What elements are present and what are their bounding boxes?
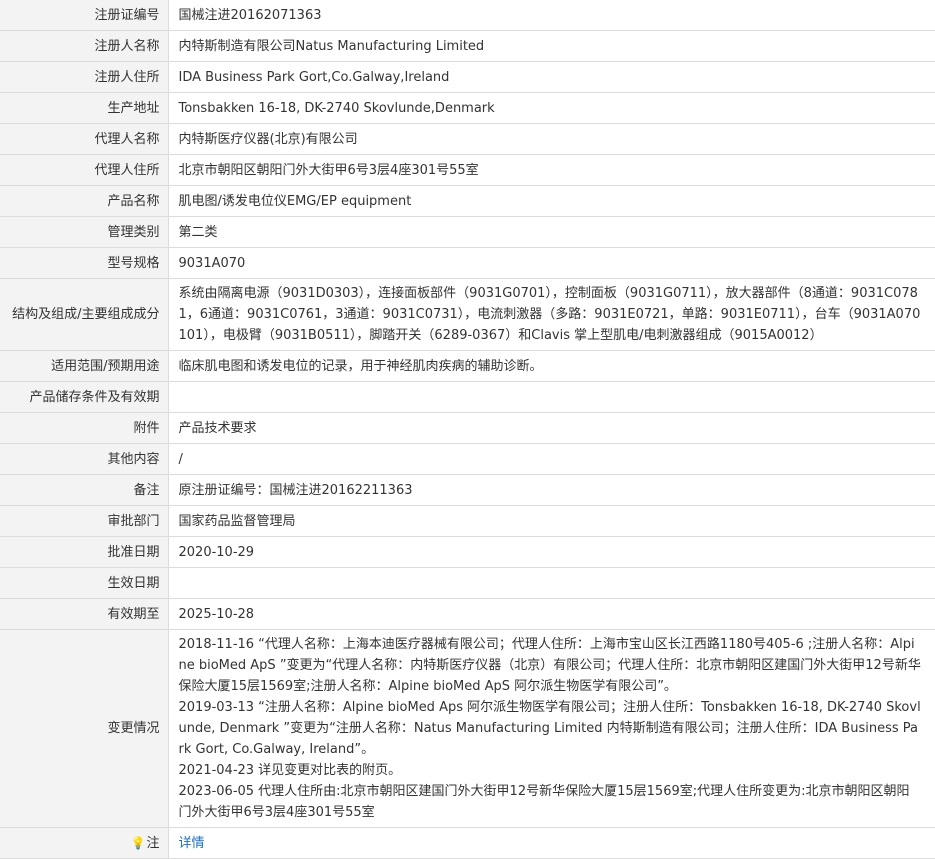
row-label: 型号规格 [0,247,169,279]
row-effective-date: 生效日期 [0,567,935,599]
row-other-content: 其他内容 / [0,443,935,475]
row-registration-number: 注册证编号 国械注进20162071363 [0,0,935,31]
row-management-category: 管理类别 第二类 [0,216,935,248]
row-label: 管理类别 [0,216,169,248]
row-label: 注册人名称 [0,30,169,62]
row-label: 有效期至 [0,598,169,630]
change-entry: 2023-06-05 代理人住所由:北京市朝阳区建国门外大街甲12号新华保险大厦… [178,784,910,820]
row-agent-name: 代理人名称 内特斯医疗仪器(北京)有限公司 [0,123,935,155]
row-registrant-name: 注册人名称 内特斯制造有限公司Natus Manufacturing Limit… [0,30,935,62]
row-value [168,381,935,413]
row-approval-date: 批准日期 2020-10-29 [0,536,935,568]
row-value: 内特斯制造有限公司Natus Manufacturing Limited [168,30,935,62]
row-value: 临床肌电图和诱发电位的记录，用于神经肌肉疾病的辅助诊断。 [168,350,935,382]
row-attachments: 附件 产品技术要求 [0,412,935,444]
row-model-spec: 型号规格 9031A070 [0,247,935,279]
registration-table: 注册证编号 国械注进20162071363 注册人名称 内特斯制造有限公司Nat… [0,0,935,859]
change-entry: 2019-03-13 “注册人名称：Alpine bioMed Aps 阿尔派生… [178,700,921,757]
row-label: 变更情况 [0,629,169,828]
details-link[interactable]: 详情 [179,836,205,851]
row-label: 产品储存条件及有效期 [0,381,169,413]
row-label: 其他内容 [0,443,169,475]
row-value: 2020-10-29 [168,536,935,568]
row-label: 注册人住所 [0,61,169,93]
row-value: Tonsbakken 16-18, DK-2740 Skovlunde,Denm… [168,92,935,124]
row-value [168,567,935,599]
row-change-history: 变更情况 2018-11-16 “代理人名称：上海本迪医疗器械有限公司；代理人住… [0,629,935,828]
change-entry: 2021-04-23 详见变更对比表的附页。 [178,763,402,778]
row-product-name: 产品名称 肌电图/诱发电位仪EMG/EP equipment [0,185,935,217]
row-label: 附件 [0,412,169,444]
row-value: 系统由隔离电源（9031D0303），连接面板部件（9031G0701），控制面… [168,278,935,351]
row-valid-until: 有效期至 2025-10-28 [0,598,935,630]
change-entry: 2018-11-16 “代理人名称：上海本迪医疗器械有限公司；代理人住所：上海市… [178,637,921,694]
row-label: 生效日期 [0,567,169,599]
row-structure-composition: 结构及组成/主要组成成分 系统由隔离电源（9031D0303），连接面板部件（9… [0,278,935,351]
row-value: 北京市朝阳区朝阳门外大街甲6号3层4座301号55室 [168,154,935,186]
note-label: 注 [146,835,160,851]
row-label: 审批部门 [0,505,169,537]
row-note: 💡注 详情 [0,827,935,859]
change-history-list: 2018-11-16 “代理人名称：上海本迪医疗器械有限公司；代理人住所：上海市… [168,629,935,828]
row-label: 代理人住所 [0,154,169,186]
row-value: IDA Business Park Gort,Co.Galway,Ireland [168,61,935,93]
lightbulb-icon: 💡 [130,835,146,850]
row-value: 国械注进20162071363 [168,0,935,31]
row-agent-address: 代理人住所 北京市朝阳区朝阳门外大街甲6号3层4座301号55室 [0,154,935,186]
row-value: / [168,443,935,475]
row-value: 肌电图/诱发电位仪EMG/EP equipment [168,185,935,217]
row-label: 💡注 [0,827,169,859]
row-value: 2025-10-28 [168,598,935,630]
row-value: 内特斯医疗仪器(北京)有限公司 [168,123,935,155]
row-value: 产品技术要求 [168,412,935,444]
row-label: 注册证编号 [0,0,169,31]
row-label: 产品名称 [0,185,169,217]
row-value: 详情 [168,827,935,859]
row-production-address: 生产地址 Tonsbakken 16-18, DK-2740 Skovlunde… [0,92,935,124]
row-label: 批准日期 [0,536,169,568]
row-label: 结构及组成/主要组成成分 [0,278,169,351]
row-value: 第二类 [168,216,935,248]
row-registrant-address: 注册人住所 IDA Business Park Gort,Co.Galway,I… [0,61,935,93]
row-storage-conditions: 产品储存条件及有效期 [0,381,935,413]
row-label: 生产地址 [0,92,169,124]
row-intended-use: 适用范围/预期用途 临床肌电图和诱发电位的记录，用于神经肌肉疾病的辅助诊断。 [0,350,935,382]
row-label: 适用范围/预期用途 [0,350,169,382]
row-remarks: 备注 原注册证编号：国械注进20162211363 [0,474,935,506]
row-value: 原注册证编号：国械注进20162211363 [168,474,935,506]
row-label: 备注 [0,474,169,506]
row-value: 9031A070 [168,247,935,279]
row-approval-department: 审批部门 国家药品监督管理局 [0,505,935,537]
row-value: 国家药品监督管理局 [168,505,935,537]
row-label: 代理人名称 [0,123,169,155]
